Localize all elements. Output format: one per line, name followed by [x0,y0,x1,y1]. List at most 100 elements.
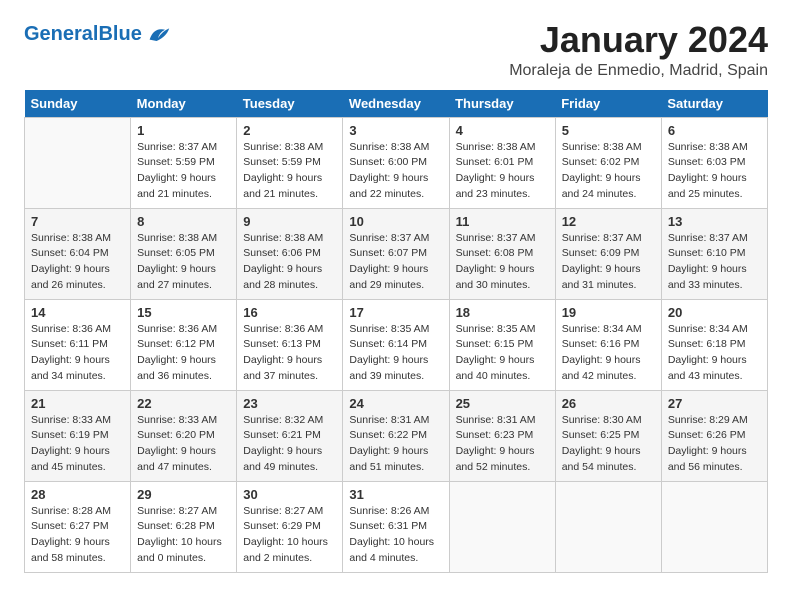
calendar-cell: 23 Sunrise: 8:32 AM Sunset: 6:21 PM Dayl… [237,390,343,481]
daylight-text: Daylight: 9 hours and 24 minutes. [562,172,641,200]
day-info: Sunrise: 8:36 AM Sunset: 6:11 PM Dayligh… [31,322,124,385]
day-info: Sunrise: 8:37 AM Sunset: 6:07 PM Dayligh… [349,231,442,294]
day-info: Sunrise: 8:29 AM Sunset: 6:26 PM Dayligh… [668,413,761,476]
calendar-cell: 26 Sunrise: 8:30 AM Sunset: 6:25 PM Dayl… [555,390,661,481]
day-number: 10 [349,214,442,229]
calendar-cell: 20 Sunrise: 8:34 AM Sunset: 6:18 PM Dayl… [661,299,767,390]
day-number: 9 [243,214,336,229]
sunrise-text: Sunrise: 8:37 AM [349,232,429,244]
sunset-text: Sunset: 6:20 PM [137,429,215,441]
calendar-cell [25,117,131,208]
sunset-text: Sunset: 6:28 PM [137,520,215,532]
sunset-text: Sunset: 6:14 PM [349,338,427,350]
day-info: Sunrise: 8:38 AM Sunset: 6:00 PM Dayligh… [349,140,442,203]
day-number: 26 [562,396,655,411]
sunset-text: Sunset: 6:27 PM [31,520,109,532]
sunset-text: Sunset: 6:12 PM [137,338,215,350]
day-number: 27 [668,396,761,411]
sunrise-text: Sunrise: 8:36 AM [31,323,111,335]
daylight-text: Daylight: 9 hours and 49 minutes. [243,445,322,473]
day-number: 28 [31,487,124,502]
day-info: Sunrise: 8:33 AM Sunset: 6:19 PM Dayligh… [31,413,124,476]
sunset-text: Sunset: 6:25 PM [562,429,640,441]
sunset-text: Sunset: 6:18 PM [668,338,746,350]
sunrise-text: Sunrise: 8:37 AM [456,232,536,244]
calendar-cell [661,481,767,572]
day-info: Sunrise: 8:28 AM Sunset: 6:27 PM Dayligh… [31,504,124,567]
sunset-text: Sunset: 6:13 PM [243,338,321,350]
sunset-text: Sunset: 6:15 PM [456,338,534,350]
day-number: 7 [31,214,124,229]
day-number: 6 [668,123,761,138]
sunset-text: Sunset: 5:59 PM [243,156,321,168]
calendar-cell: 11 Sunrise: 8:37 AM Sunset: 6:08 PM Dayl… [449,208,555,299]
sunset-text: Sunset: 6:29 PM [243,520,321,532]
logo: GeneralBlue [24,20,172,48]
daylight-text: Daylight: 9 hours and 25 minutes. [668,172,747,200]
day-info: Sunrise: 8:38 AM Sunset: 6:01 PM Dayligh… [456,140,549,203]
sunrise-text: Sunrise: 8:38 AM [243,232,323,244]
sunrise-text: Sunrise: 8:27 AM [243,505,323,517]
daylight-text: Daylight: 9 hours and 26 minutes. [31,263,110,291]
sunset-text: Sunset: 6:21 PM [243,429,321,441]
sunset-text: Sunset: 6:08 PM [456,247,534,259]
day-number: 1 [137,123,230,138]
sunrise-text: Sunrise: 8:37 AM [668,232,748,244]
calendar-cell: 9 Sunrise: 8:38 AM Sunset: 6:06 PM Dayli… [237,208,343,299]
calendar-cell [449,481,555,572]
daylight-text: Daylight: 9 hours and 56 minutes. [668,445,747,473]
daylight-text: Daylight: 9 hours and 54 minutes. [562,445,641,473]
daylight-text: Daylight: 9 hours and 29 minutes. [349,263,428,291]
sunset-text: Sunset: 6:31 PM [349,520,427,532]
sunset-text: Sunset: 6:19 PM [31,429,109,441]
sunrise-text: Sunrise: 8:34 AM [668,323,748,335]
calendar-week-4: 21 Sunrise: 8:33 AM Sunset: 6:19 PM Dayl… [25,390,768,481]
sunrise-text: Sunrise: 8:38 AM [349,141,429,153]
calendar-cell: 12 Sunrise: 8:37 AM Sunset: 6:09 PM Dayl… [555,208,661,299]
calendar-cell: 14 Sunrise: 8:36 AM Sunset: 6:11 PM Dayl… [25,299,131,390]
calendar-cell: 18 Sunrise: 8:35 AM Sunset: 6:15 PM Dayl… [449,299,555,390]
calendar-week-1: 1 Sunrise: 8:37 AM Sunset: 5:59 PM Dayli… [25,117,768,208]
sunrise-text: Sunrise: 8:28 AM [31,505,111,517]
daylight-text: Daylight: 9 hours and 52 minutes. [456,445,535,473]
calendar-cell: 24 Sunrise: 8:31 AM Sunset: 6:22 PM Dayl… [343,390,449,481]
month-title: January 2024 [509,20,768,60]
calendar-header: SundayMondayTuesdayWednesdayThursdayFrid… [25,90,768,118]
weekday-row: SundayMondayTuesdayWednesdayThursdayFrid… [25,90,768,118]
calendar-week-5: 28 Sunrise: 8:28 AM Sunset: 6:27 PM Dayl… [25,481,768,572]
sunset-text: Sunset: 6:04 PM [31,247,109,259]
daylight-text: Daylight: 9 hours and 39 minutes. [349,354,428,382]
logo-icon [144,20,172,48]
logo-text: GeneralBlue [24,23,142,45]
day-info: Sunrise: 8:38 AM Sunset: 6:06 PM Dayligh… [243,231,336,294]
calendar-cell: 5 Sunrise: 8:38 AM Sunset: 6:02 PM Dayli… [555,117,661,208]
calendar-cell: 6 Sunrise: 8:38 AM Sunset: 6:03 PM Dayli… [661,117,767,208]
title-block: January 2024 Moraleja de Enmedio, Madrid… [509,20,768,80]
day-info: Sunrise: 8:38 AM Sunset: 6:04 PM Dayligh… [31,231,124,294]
weekday-header-friday: Friday [555,90,661,118]
day-info: Sunrise: 8:31 AM Sunset: 6:22 PM Dayligh… [349,413,442,476]
sunset-text: Sunset: 6:11 PM [31,338,108,350]
day-info: Sunrise: 8:30 AM Sunset: 6:25 PM Dayligh… [562,413,655,476]
page-header: GeneralBlue January 2024 Moraleja de Enm… [24,20,768,80]
sunrise-text: Sunrise: 8:35 AM [349,323,429,335]
sunrise-text: Sunrise: 8:38 AM [31,232,111,244]
daylight-text: Daylight: 9 hours and 43 minutes. [668,354,747,382]
sunrise-text: Sunrise: 8:26 AM [349,505,429,517]
sunrise-text: Sunrise: 8:33 AM [137,414,217,426]
sunset-text: Sunset: 6:03 PM [668,156,746,168]
daylight-text: Daylight: 9 hours and 42 minutes. [562,354,641,382]
sunrise-text: Sunrise: 8:38 AM [456,141,536,153]
sunrise-text: Sunrise: 8:37 AM [137,141,217,153]
daylight-text: Daylight: 9 hours and 37 minutes. [243,354,322,382]
sunrise-text: Sunrise: 8:36 AM [137,323,217,335]
sunset-text: Sunset: 6:16 PM [562,338,640,350]
day-number: 24 [349,396,442,411]
day-number: 20 [668,305,761,320]
day-info: Sunrise: 8:34 AM Sunset: 6:16 PM Dayligh… [562,322,655,385]
day-info: Sunrise: 8:34 AM Sunset: 6:18 PM Dayligh… [668,322,761,385]
daylight-text: Daylight: 9 hours and 45 minutes. [31,445,110,473]
sunset-text: Sunset: 6:06 PM [243,247,321,259]
sunset-text: Sunset: 6:22 PM [349,429,427,441]
day-number: 3 [349,123,442,138]
